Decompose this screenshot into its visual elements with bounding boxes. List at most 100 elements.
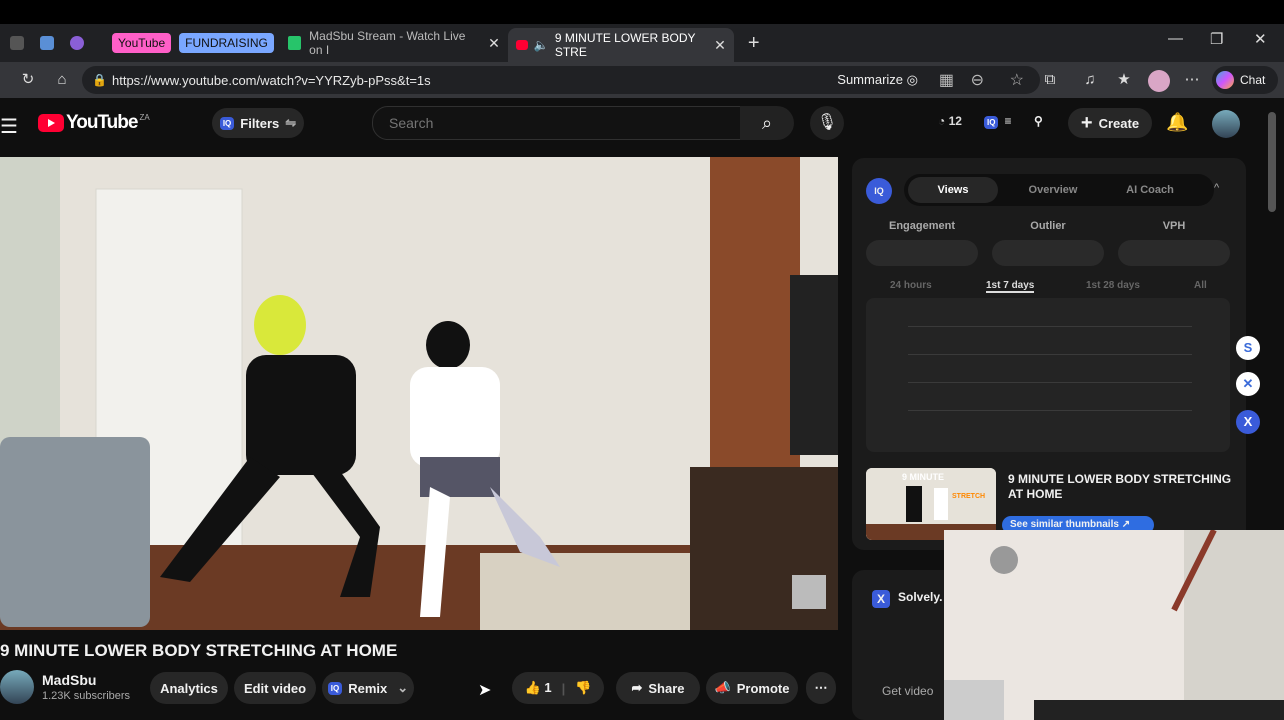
mic-button[interactable]: 🎙 (810, 106, 844, 140)
subscriber-count: 1.23K subscribers (42, 690, 131, 702)
app-icon[interactable]: ▦ (939, 70, 954, 90)
search-button[interactable]: ⌕ (740, 106, 794, 140)
views-chart (866, 298, 1230, 452)
range-24h[interactable]: 24 hours (890, 280, 932, 291)
search-box (372, 106, 742, 140)
like-button[interactable]: 👍 1 (525, 680, 552, 696)
solvely-label: Solvely. (898, 590, 943, 604)
copilot-chat-button[interactable]: Chat (1212, 66, 1278, 94)
vidiq-panel: IQ Views Overview AI Coach ^ Engagement … (852, 158, 1246, 550)
reload-icon[interactable]: ↻ (18, 70, 38, 90)
youtube-favicon-icon (515, 40, 528, 50)
lock-icon[interactable]: 🔒 (92, 73, 107, 87)
video-title: 9 MINUTE LOWER BODY STRETCHING AT HOME (0, 641, 398, 660)
metric-outlier: Outlier (1030, 220, 1066, 232)
scrollbar[interactable] (1268, 112, 1276, 212)
tab-favicon-icon (70, 36, 84, 50)
channel-avatar[interactable] (0, 670, 34, 704)
tab-favicon-icon (40, 36, 54, 50)
outlier-value (992, 240, 1104, 266)
range-7d[interactable]: 1st 7 days (986, 280, 1035, 293)
top-black-bar (0, 0, 1284, 24)
like-dislike-group: 👍 1 | 👎 (512, 672, 604, 704)
edit-video-button[interactable]: Edit video (234, 672, 316, 704)
search-input[interactable] (387, 114, 711, 132)
more-icon[interactable]: ⋯ (1182, 70, 1202, 90)
tab-group-fundraising[interactable]: FUNDRAISING (179, 33, 274, 53)
summarize-button[interactable]: Summarize ◎ (837, 72, 918, 88)
tab-ai-coach[interactable]: AI Coach (1104, 174, 1196, 206)
dislike-button[interactable]: 👎 (575, 680, 591, 696)
tab-overview[interactable]: Overview (1008, 174, 1098, 206)
solvely-side-icon[interactable]: X (1236, 410, 1260, 434)
speaker-icon[interactable]: 🔈 (534, 38, 549, 52)
close-tab-icon[interactable]: ✕ (488, 35, 500, 52)
video-player[interactable] (0, 157, 838, 630)
minimize-icon[interactable]: — (1168, 30, 1183, 47)
star-icon[interactable]: ☆ (1010, 70, 1024, 90)
profile-avatar[interactable] (1148, 70, 1170, 92)
iq-menu[interactable]: IQ ≡ (984, 114, 1011, 129)
iq-logo: IQ (866, 178, 892, 204)
promote-button[interactable]: 📣 Promote (706, 672, 798, 704)
thumb-text: 9 MINUTE (902, 472, 944, 482)
close-tab-icon[interactable]: ✕ (714, 37, 726, 54)
restore-icon[interactable]: ❐ (1210, 30, 1223, 48)
browser-tab-strip: YouTube FUNDRAISING MadSbu Stream - Watc… (0, 24, 1284, 62)
range-all[interactable]: All (1194, 280, 1207, 291)
tab-favicon-icon (10, 36, 24, 50)
megaphone-icon: 📣 (714, 680, 731, 695)
thumb-sub-text: STRETCH (952, 493, 985, 500)
collapse-icon[interactable]: ^ (1214, 182, 1219, 194)
range-28d[interactable]: 1st 28 days (1086, 280, 1140, 291)
channel-name[interactable]: MadSbu (42, 672, 96, 688)
youtube-header: ☰ YouTube ZA IQFilters⇋ ⌕ 🎙 ◔ 12 IQ≡ ⚲ +… (0, 98, 1284, 154)
tab-group-youtube[interactable]: YouTube (112, 33, 172, 53)
search-icon: ⌕ (761, 113, 773, 133)
remix-button[interactable]: IQ Remix ⌄ (322, 672, 414, 704)
solvely-icon: X (872, 590, 890, 608)
trophy-icon[interactable]: ⚲ (1034, 114, 1043, 128)
account-avatar[interactable] (1212, 110, 1240, 138)
menu-icon[interactable]: ☰ (0, 114, 18, 139)
extensions-icon[interactable]: ⧉ (1040, 70, 1060, 90)
get-video-text[interactable]: Get video (882, 684, 933, 698)
youtube-logo[interactable]: YouTube ZA (38, 112, 150, 134)
home-icon[interactable]: ⌂ (52, 70, 72, 90)
panel-tabs: Views Overview AI Coach (904, 174, 1214, 206)
pinned-tab-2[interactable] (34, 30, 60, 56)
tab-madsbu-stream[interactable]: MadSbu Stream - Watch Live on I ✕ (280, 28, 508, 58)
zoom-icon[interactable]: ⊖ (971, 70, 984, 90)
tab-active-video[interactable]: 🔈 9 MINUTE LOWER BODY STRE ✕ (507, 28, 734, 62)
related-title[interactable]: 9 MINUTE LOWER BODY STRETCHING AT HOME (1008, 472, 1238, 502)
tab-label: 9 MINUTE LOWER BODY STRE (554, 31, 696, 59)
close-window-icon[interactable]: ✕ (1254, 30, 1267, 48)
video-frame (0, 157, 838, 630)
create-button[interactable]: + Create (1068, 108, 1152, 138)
translate-icon[interactable]: ✕ (1236, 372, 1260, 396)
mouse-cursor: ➤ (478, 682, 492, 699)
pinned-tab-1[interactable] (4, 30, 30, 56)
bell-icon[interactable]: 🔔 (1166, 112, 1188, 133)
new-tab-button[interactable]: + (748, 32, 760, 55)
url-text[interactable]: https://www.youtube.com/watch?v=YYRZyb-p… (112, 73, 431, 88)
favorites-icon[interactable]: ★ (1114, 70, 1134, 90)
filters-button[interactable]: IQ Filters ⇋ (212, 108, 304, 138)
copilot-icon (1216, 71, 1234, 89)
media-icon[interactable]: ♫ (1080, 70, 1100, 90)
clock-count[interactable]: ◔ 12 (938, 114, 962, 128)
mic-icon: 🎙 (816, 114, 838, 131)
share-button[interactable]: ➦ Share (616, 672, 700, 704)
address-bar-row: ↻ ⌂ 🔒 https://www.youtube.com/watch?v=YY… (0, 62, 1284, 98)
chevron-down-icon: ⌄ (397, 680, 409, 695)
tab-label: MadSbu Stream - Watch Live on I (309, 29, 466, 57)
youtube-play-icon (38, 114, 64, 132)
tab-views[interactable]: Views (908, 177, 998, 203)
more-actions-button[interactable]: ⋯ (806, 672, 836, 704)
kick-icon (287, 36, 302, 50)
url-box[interactable]: 🔒 https://www.youtube.com/watch?v=YYRZyb… (82, 66, 1040, 94)
s-extension-icon[interactable]: S (1236, 336, 1260, 360)
analytics-button[interactable]: Analytics (150, 672, 228, 704)
pinned-tab-3[interactable] (64, 30, 90, 56)
metric-vph: VPH (1162, 220, 1186, 232)
